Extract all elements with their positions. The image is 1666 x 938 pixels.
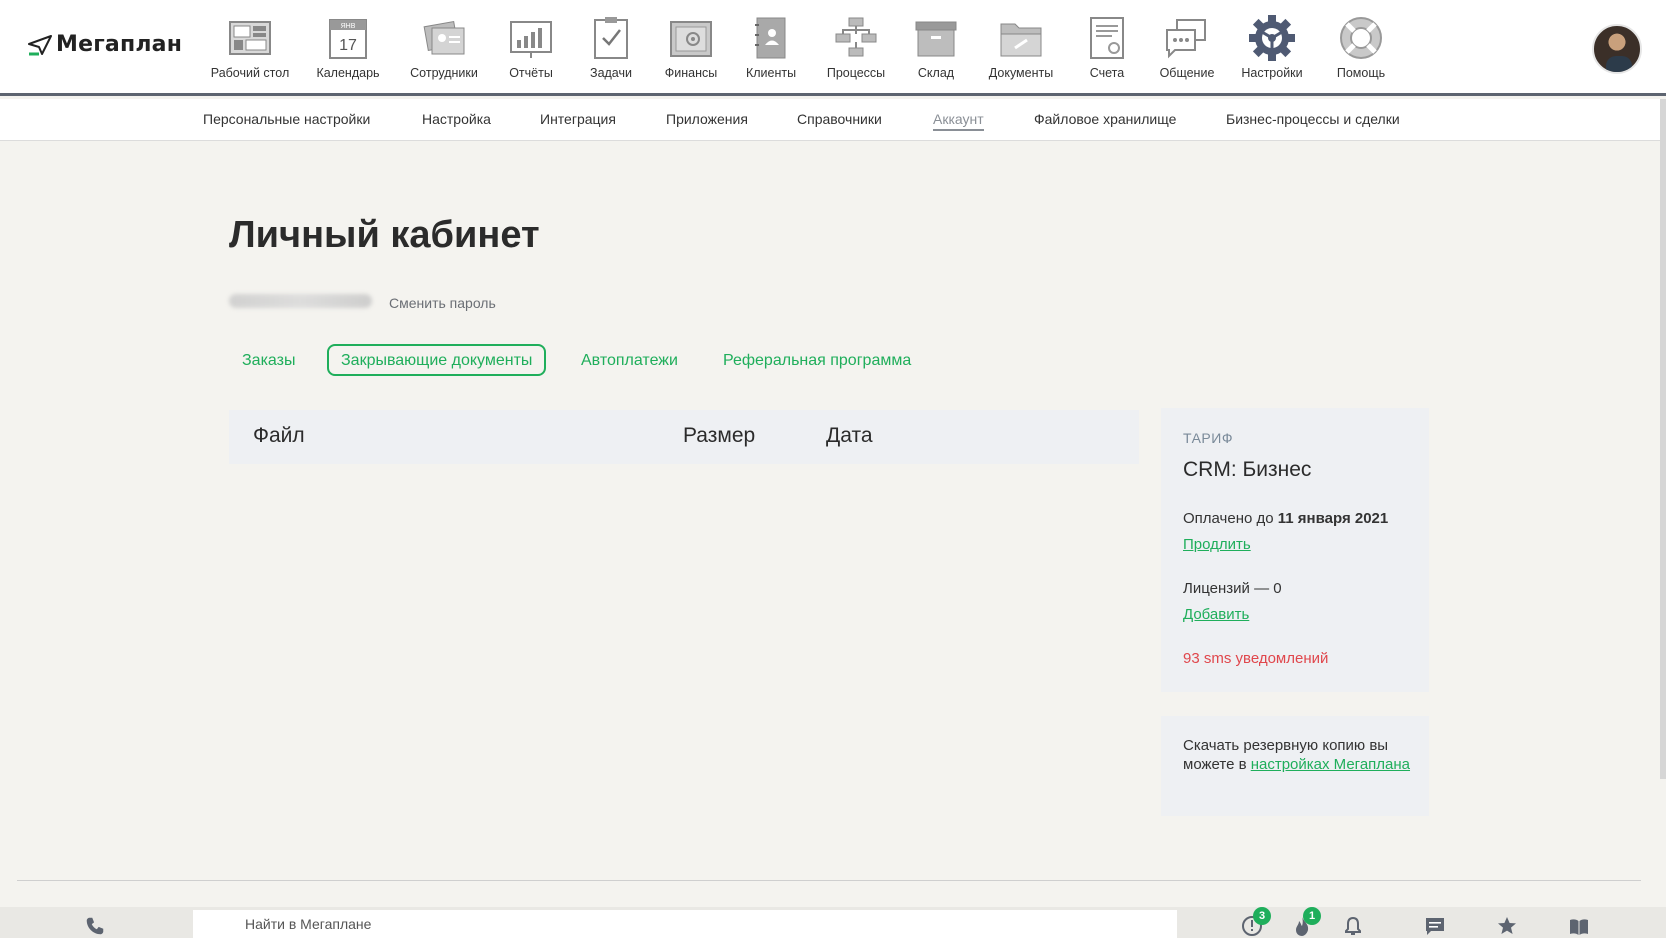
documents-folder-icon [1000,23,1042,57]
documents-table-header: Файл Размер Дата [229,410,1139,464]
help-lifebuoy-icon [1340,17,1382,59]
tariff-card: ТАРИФ CRM: Бизнес Оплачено до 11 января … [1161,408,1429,692]
bottom-bar: 3 1 [0,907,1666,938]
backup-text: Скачать резервную копию вы можете в наст… [1183,737,1411,773]
phone-icon[interactable] [84,915,106,937]
extend-link[interactable]: Продлить [1183,536,1251,553]
bell-icon[interactable] [1342,915,1364,937]
column-file[interactable]: Файл [253,424,305,448]
svg-text:17: 17 [339,37,357,54]
sms-notifications-count: 93 sms уведомлений [1183,650,1329,667]
favorites-star-icon[interactable] [1496,915,1518,937]
subnav-account[interactable]: Аккаунт [933,111,984,131]
nav-calendar[interactable]: ЯНВ 17 Календарь [298,10,398,80]
invoices-icon [1090,17,1124,59]
divider [17,880,1641,881]
alerts-button[interactable]: 3 [1241,907,1271,937]
messages-icon[interactable] [1424,915,1446,937]
page-scrollbar[interactable] [1660,99,1666,779]
tab-referral-program[interactable]: Реферальная программа [709,344,925,376]
nav-settings[interactable]: Настройки [1222,10,1322,80]
calendar-icon: ЯНВ 17 [329,19,367,59]
tariff-label: ТАРИФ [1183,430,1233,446]
paid-until-date: 11 января 2021 [1277,510,1389,527]
licenses-count: Лицензий — 0 [1183,580,1282,597]
paid-until: Оплачено до 11 января 2021 [1183,510,1389,527]
processes-icon [835,17,877,57]
tariff-plan: CRM: Бизнес [1183,458,1312,481]
subnav-integration[interactable]: Интеграция [540,111,616,127]
knowledge-base-book-icon[interactable] [1568,915,1590,937]
backup-card: Скачать резервную копию вы можете в наст… [1161,716,1429,816]
page-title: Личный кабинет [229,214,540,256]
finance-safe-icon [670,21,712,57]
reports-icon [510,21,552,58]
column-size[interactable]: Размер [683,424,755,448]
chat-icon [1166,19,1206,59]
subnav-applications[interactable]: Приложения [666,111,748,127]
nav-help[interactable]: Помощь [1311,10,1411,80]
desktop-icon [229,21,271,55]
tab-autopayments[interactable]: Автоплатежи [567,344,692,376]
megaplan-settings-link[interactable]: настройках Мегаплана [1251,756,1410,773]
subnav-file-storage[interactable]: Файловое хранилище [1034,111,1176,127]
megaplan-logo[interactable]: Мегаплан [28,32,182,57]
subnav-business-processes[interactable]: Бизнес-процессы и сделки [1226,111,1400,127]
clients-icon [755,17,786,59]
top-header: Мегаплан Рабочий стол ЯНВ 17 Календарь С… [0,0,1666,96]
tasks-icon [594,17,628,59]
user-avatar[interactable] [1592,24,1642,74]
subnav-personal-settings[interactable]: Персональные настройки [203,111,370,127]
settings-gear-icon [1249,15,1295,61]
logo-text: Мегаплан [56,32,183,57]
nav-documents[interactable]: Документы [971,10,1071,80]
tab-closing-documents[interactable]: Закрывающие документы [327,344,547,376]
subnav-directories[interactable]: Справочники [797,111,882,127]
nav-desktop[interactable]: Рабочий стол [200,10,300,80]
global-search[interactable] [193,910,1177,938]
warehouse-box-icon [915,21,957,57]
tab-orders[interactable]: Заказы [228,344,309,376]
svg-text:ЯНВ: ЯНВ [341,23,356,30]
fire-badge: 1 [1303,907,1321,925]
nav-employees[interactable]: Сотрудники [394,10,494,80]
global-search-input[interactable] [193,910,1177,938]
account-email-redacted [229,294,372,308]
settings-subnav: Персональные настройки Настройка Интегра… [0,99,1660,141]
paper-plane-logo-icon [28,34,52,55]
column-date[interactable]: Дата [826,424,873,448]
change-password-link[interactable]: Сменить пароль [389,295,496,311]
subnav-setup[interactable]: Настройка [422,111,491,127]
add-licenses-link[interactable]: Добавить [1183,606,1249,623]
employees-icon [423,20,465,55]
alerts-badge: 3 [1253,907,1271,925]
hot-tasks-button[interactable]: 1 [1291,907,1321,937]
